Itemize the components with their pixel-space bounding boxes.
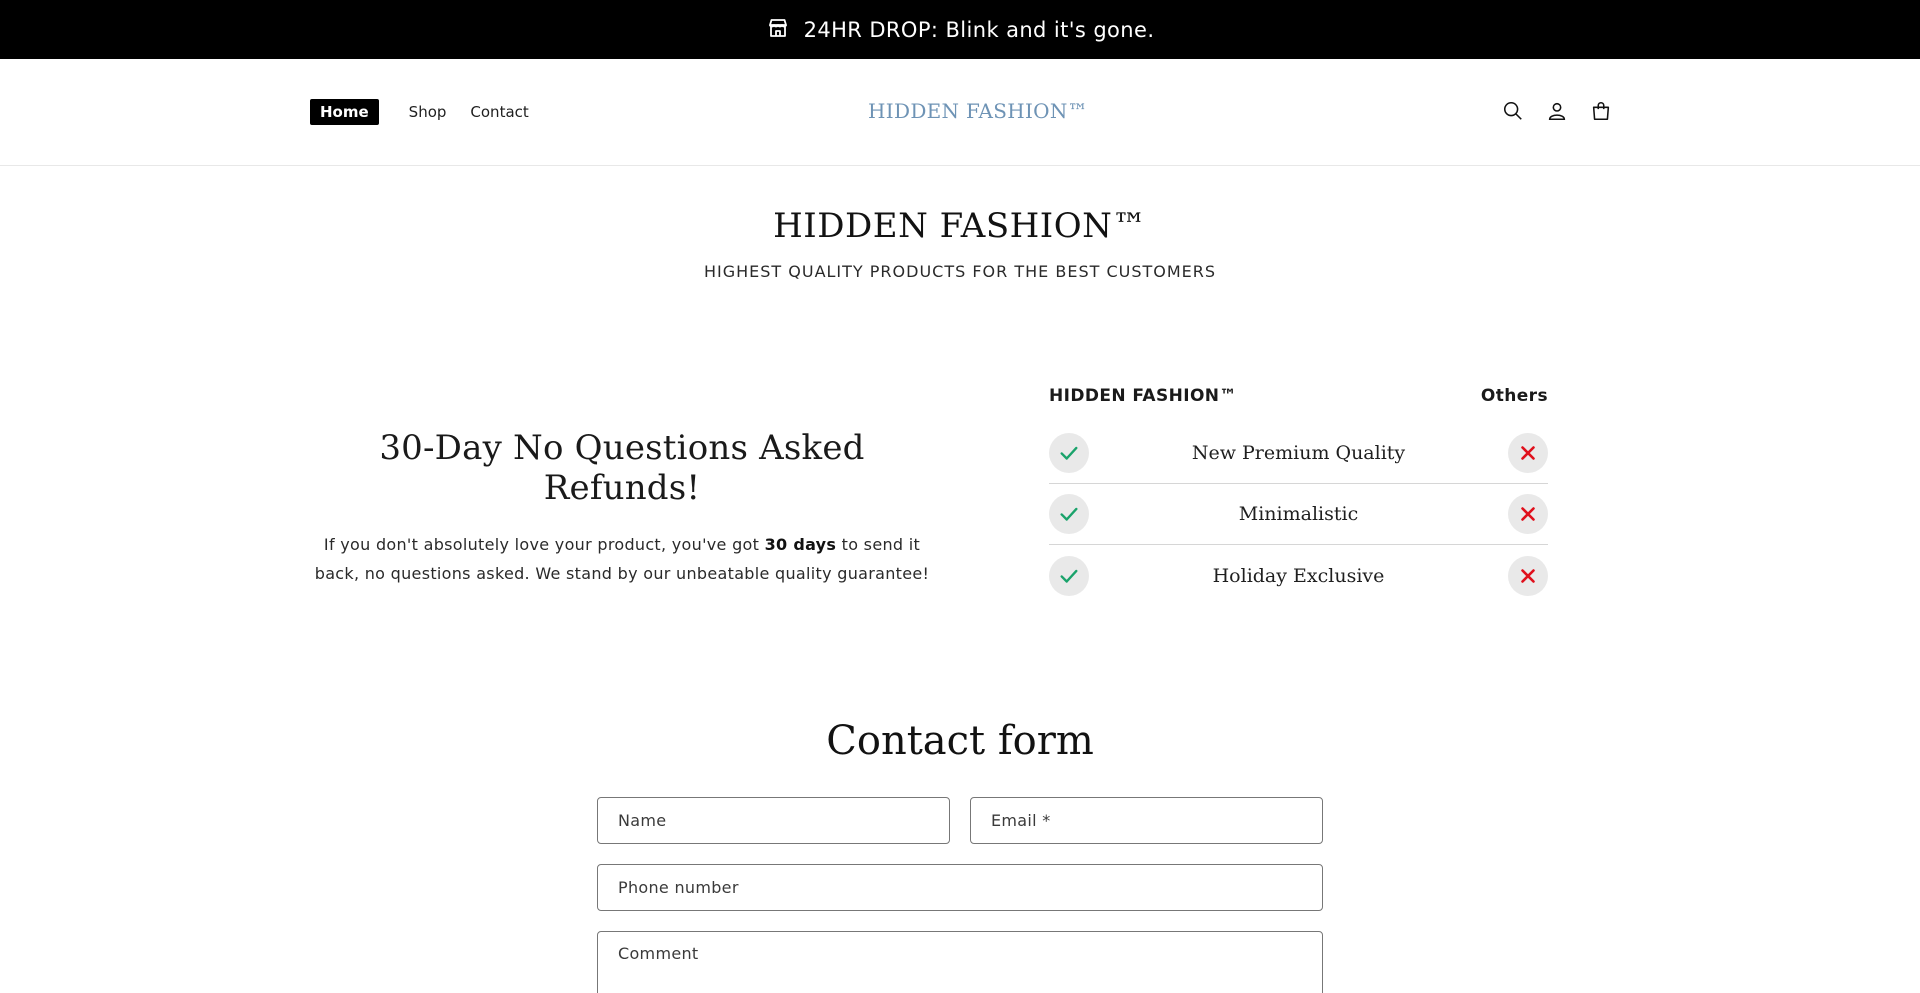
email-placeholder: Email * [991,811,1051,830]
cross-icon [1508,494,1548,534]
comparison-row: Holiday Exclusive [1049,545,1548,606]
announcement-bar: 24HR DROP: Blink and it's gone. [0,0,1920,59]
account-icon[interactable] [1545,99,1569,123]
check-icon [1049,555,1089,596]
comparison-row: New Premium Quality [1049,423,1548,484]
site-header: Home Shop Contact HIDDEN FASHION™ [0,59,1920,166]
check-icon [1049,433,1089,473]
refund-section: 30-Day No Questions Asked Refunds! If yo… [310,428,934,588]
nav-contact[interactable]: Contact [460,99,538,125]
nav-home[interactable]: Home [310,99,379,125]
comparison-table: HIDDEN FASHION™ Others New Premium Quali… [1049,386,1548,606]
phone-field[interactable]: Phone number [597,864,1323,911]
check-icon [1049,494,1089,534]
comparison-others-label: Others [1480,386,1548,406]
store-icon [766,16,790,44]
announcement-text: 24HR DROP: Blink and it's gone. [803,17,1155,42]
hero-subtitle: HIGHEST QUALITY PRODUCTS FOR THE BEST CU… [703,262,1217,281]
cross-icon [1508,433,1548,473]
comment-placeholder: Comment [618,944,699,963]
contact-form: Contact form Name Email * Phone number C… [597,718,1323,993]
email-field[interactable]: Email * [970,797,1323,844]
comparison-row: Minimalistic [1049,484,1548,545]
cross-icon [1508,555,1548,596]
contact-heading: Contact form [826,718,1094,764]
cart-icon[interactable] [1589,99,1613,123]
hero-title: HIDDEN FASHION™ [773,206,1147,246]
nav-shop[interactable]: Shop [399,99,457,125]
main-nav: Home Shop Contact [310,99,543,125]
hero-section: HIDDEN FASHION™ HIGHEST QUALITY PRODUCTS… [0,206,1920,281]
comparison-feature: Minimalistic [1238,503,1359,525]
name-placeholder: Name [618,811,667,830]
comparison-feature: Holiday Exclusive [1212,564,1385,587]
phone-placeholder: Phone number [618,878,739,897]
refund-text-part: If you don't absolutely love your produc… [323,535,765,554]
comparison-brand-label: HIDDEN FASHION™ [1049,386,1237,406]
refund-text-bold: 30 days [764,535,837,554]
search-icon[interactable] [1501,99,1525,123]
refund-heading: 30-Day No Questions Asked Refunds! [379,428,865,508]
name-field[interactable]: Name [597,797,950,844]
comparison-feature: New Premium Quality [1191,442,1406,464]
site-logo[interactable]: HIDDEN FASHION™ [868,99,1088,123]
refund-text: If you don't absolutely love your produc… [310,530,934,588]
comment-field[interactable]: Comment [597,931,1323,993]
